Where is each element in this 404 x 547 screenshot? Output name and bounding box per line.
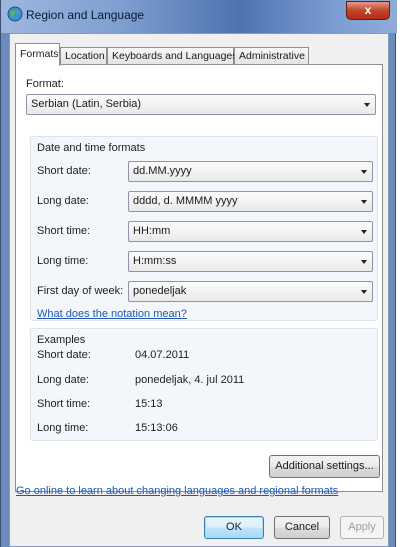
notation-help-link[interactable]: What does the notation mean? (37, 308, 187, 320)
dialog-client-area: Formats Location Keyboards and Languages… (9, 33, 389, 547)
examples-title: Examples (37, 334, 86, 346)
example-short-date-label: Short date: (37, 349, 91, 361)
long-time-value: H:mm:ss (133, 255, 177, 267)
formats-panel: Format: Serbian (Latin, Serbia) Date and… (15, 64, 383, 497)
first-day-dropdown[interactable]: ponedeljak (128, 281, 373, 302)
globe-icon (7, 6, 23, 22)
short-date-dropdown[interactable]: dd.MM.yyyy (128, 161, 373, 182)
apply-button[interactable]: Apply (340, 516, 384, 539)
short-time-label: Short time: (37, 225, 91, 237)
chevron-down-icon (361, 200, 367, 204)
short-time-dropdown[interactable]: HH:mm (128, 221, 373, 242)
long-time-label: Long time: (37, 255, 89, 267)
region-language-window: Region and Language x Formats Location K… (0, 0, 397, 547)
short-date-label: Short date: (37, 165, 91, 177)
example-short-date-value: 04.07.2011 (135, 349, 190, 361)
example-long-time-label: Long time: (37, 422, 89, 434)
additional-settings-button[interactable]: Additional settings... (269, 455, 380, 478)
title-bar[interactable]: Region and Language x (1, 0, 397, 33)
long-time-dropdown[interactable]: H:mm:ss (128, 251, 373, 272)
ok-button[interactable]: OK (204, 516, 264, 539)
date-time-group-title: Date and time formats (37, 142, 146, 154)
long-date-dropdown[interactable]: dddd, d. MMMM yyyy (128, 191, 373, 212)
format-label: Format: (26, 78, 64, 90)
tab-location[interactable]: Location (60, 47, 107, 65)
tab-formats[interactable]: Formats (15, 43, 60, 66)
examples-group: Examples Short date: 04.07.2011 Long dat… (30, 328, 378, 441)
long-date-label: Long date: (37, 195, 89, 207)
chevron-down-icon (361, 230, 367, 234)
chevron-down-icon (361, 170, 367, 174)
chevron-down-icon (361, 260, 367, 264)
short-date-value: dd.MM.yyyy (133, 165, 192, 177)
tab-keyboards-languages[interactable]: Keyboards and Languages (107, 47, 238, 65)
online-help-link[interactable]: Go online to learn about changing langua… (16, 485, 338, 497)
chevron-down-icon (361, 290, 367, 294)
format-dropdown[interactable]: Serbian (Latin, Serbia) (26, 94, 376, 115)
first-day-value: ponedeljak (133, 285, 187, 297)
example-short-time-value: 15:13 (135, 398, 163, 410)
date-time-formats-group: Date and time formats Short date: dd.MM.… (30, 136, 378, 321)
long-date-value: dddd, d. MMMM yyyy (133, 195, 238, 207)
short-time-value: HH:mm (133, 225, 171, 237)
example-short-time-label: Short time: (37, 398, 91, 410)
first-day-label: First day of week: (37, 285, 124, 297)
example-long-date-label: Long date: (37, 374, 89, 386)
format-value: Serbian (Latin, Serbia) (31, 98, 142, 110)
example-long-time-value: 15:13:06 (135, 422, 178, 434)
window-title: Region and Language (26, 8, 145, 22)
example-long-date-value: ponedeljak, 4. jul 2011 (135, 374, 245, 386)
chevron-down-icon (364, 103, 370, 107)
cancel-button[interactable]: Cancel (274, 516, 330, 539)
close-button[interactable]: x (346, 1, 390, 20)
tab-administrative[interactable]: Administrative (234, 47, 309, 65)
